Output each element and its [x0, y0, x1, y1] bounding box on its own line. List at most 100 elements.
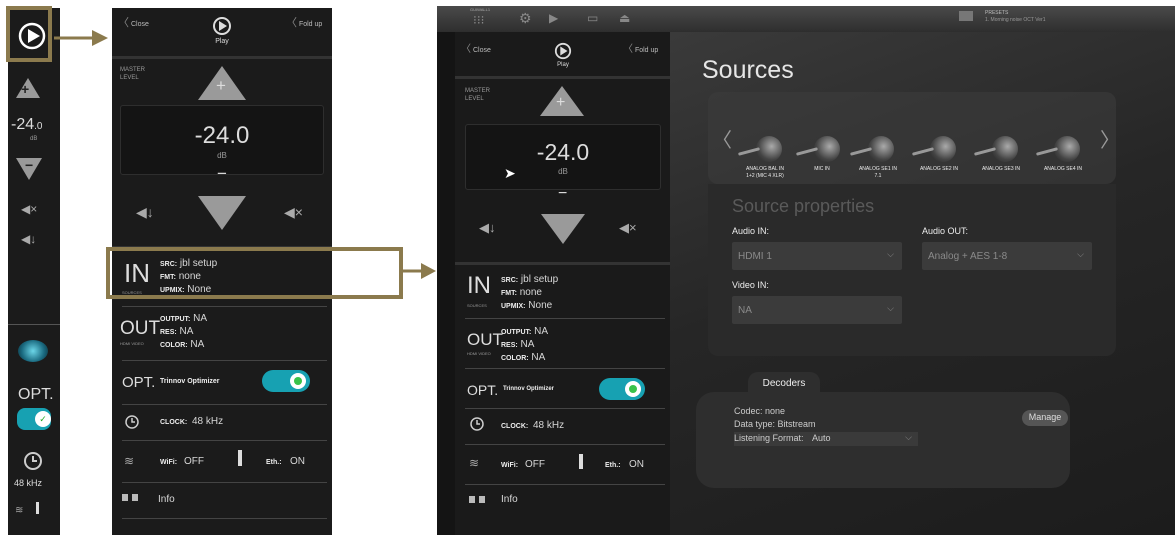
volume-up-button[interactable]: + [540, 86, 584, 116]
manage-button[interactable]: Manage [1022, 410, 1068, 426]
dim-button[interactable]: ◀↓ [136, 204, 154, 221]
level-unit: dB [217, 151, 227, 160]
screen-icon[interactable]: ▭ [587, 11, 598, 25]
volume-down-button[interactable]: − [198, 164, 246, 230]
decoders-tab-label: Decoders [762, 378, 806, 389]
in-sub-label: SOURCES [467, 303, 487, 308]
input-section[interactable]: IN SOURCES SRC: jbl setup FMT: none UPMI… [455, 266, 670, 316]
out-label: OUT [467, 330, 503, 349]
info-row[interactable]: Info [455, 488, 670, 518]
strip-opt-toggle[interactable]: ✓ [17, 408, 51, 430]
source-label: ANALOG SE1 IN [858, 166, 898, 172]
info-row[interactable]: Info [112, 486, 332, 516]
close-button[interactable]: 〈 Close [118, 14, 149, 30]
color-value: NA [531, 352, 546, 363]
chevron-left-icon: 〈 [461, 44, 471, 55]
preset-selector[interactable]: PRESETS 1. Morning noise OCT Ver1 [959, 9, 1159, 29]
optimizer-label: Trinnov Optimizer [160, 378, 220, 385]
datatype-line: Data type: Bitstream [734, 419, 816, 429]
source-item[interactable]: ANALOG SE2 IN [908, 132, 970, 192]
source-item[interactable]: ANALOG SE3 IN [970, 132, 1032, 192]
volume-down-button[interactable]: − [541, 185, 585, 244]
source-label: ANALOG BAL IN [746, 166, 784, 172]
mute-button[interactable]: ◀× [284, 204, 303, 221]
panel-header-divider [112, 56, 332, 59]
dim-button[interactable]: ◀↓ [21, 232, 36, 246]
volume-down-button[interactable]: − [16, 157, 42, 180]
carousel-prev-icon[interactable]: 〈 [712, 124, 732, 153]
close-label: Close [130, 21, 149, 28]
chevron-left-icon: 〈 [623, 44, 633, 55]
play-logo: Play [208, 16, 236, 45]
fold-up-label: Fold up [634, 47, 659, 54]
upmix-value: None [528, 300, 553, 311]
source-label: MIC IN [814, 166, 830, 172]
refresh-clock-icon [24, 452, 42, 470]
settings-icon[interactable]: ⚙ [519, 10, 532, 27]
source-item[interactable]: MIC IN [796, 132, 848, 192]
speaker-icon[interactable]: ⏏ [619, 11, 630, 25]
level-value: -24 [11, 116, 35, 133]
clock-row[interactable]: CLOCK: 48 kHz [455, 412, 670, 442]
level-unit: dB [558, 167, 568, 176]
divider [465, 484, 665, 485]
res-label: RES: [160, 329, 177, 336]
source-item[interactable]: ANALOG SE4 IN [1032, 132, 1094, 192]
network-row[interactable]: ≋ WiFi: OFF Eth.: ON [455, 448, 670, 482]
play-highlight-box [6, 6, 52, 62]
ethernet-icon [579, 454, 583, 469]
fmt-value: none [519, 287, 542, 298]
video-in-dropdown[interactable]: NA ⌵ [732, 296, 902, 324]
network-row[interactable]: ≋ WiFi: OFF Eth.: ON [112, 444, 332, 480]
source-item[interactable]: ANALOG BAL IN 1+2 (MIC 4 XLR) [734, 132, 796, 192]
audio-in-label: Audio IN: [732, 226, 770, 236]
color-label: COLOR: [160, 342, 188, 349]
play-icon[interactable]: ▶ [549, 11, 558, 25]
optimizer-toggle[interactable] [262, 370, 310, 392]
toggle-knob [290, 373, 306, 389]
strip-divider [8, 324, 60, 325]
clock-icon[interactable] [22, 450, 44, 472]
fold-up-button[interactable]: 〈 Fold up [623, 40, 658, 55]
close-label: Close [472, 47, 491, 54]
divider [122, 482, 327, 483]
master-label-line1: MASTER [120, 67, 146, 73]
volume-up-button[interactable]: + [16, 78, 40, 98]
audio-out-value: Analog + AES 1-8 [928, 251, 1008, 262]
logo-text: Play [215, 38, 229, 45]
output-section[interactable]: OUT HDMI VIDEO OUTPUT: NA RES: NA COLOR:… [455, 320, 670, 366]
listening-format-row[interactable]: Listening Format: Auto ⌵ [734, 432, 918, 446]
source-cable-icon[interactable] [18, 340, 48, 362]
mute-icon: ◀× [619, 220, 637, 235]
wifi-label: WiFi: [160, 459, 178, 466]
cable-icon [868, 136, 894, 162]
dim-button[interactable]: ◀↓ [479, 220, 496, 236]
decoders-tab[interactable]: Decoders [748, 372, 820, 394]
output-section[interactable]: OUT HDMI VIDEO OUTPUT: NA RES: NA COLOR:… [112, 308, 332, 358]
wifi-value: OFF [525, 459, 545, 470]
output-value: NA [193, 313, 208, 324]
grid-icon[interactable]: ⁝⁝⁝ [473, 13, 484, 27]
toggle-knob [625, 381, 641, 397]
mute-button[interactable]: ◀× [619, 220, 637, 236]
video-in-label: Video IN: [732, 280, 769, 290]
audio-in-dropdown[interactable]: HDMI 1 ⌵ [732, 242, 902, 270]
optimizer-toggle[interactable] [599, 378, 645, 400]
master-label-line1: MASTER [465, 88, 491, 94]
source-item[interactable]: ANALOG SE1 IN 7.1 [848, 132, 908, 192]
info-label: Info [158, 494, 175, 505]
clock-row[interactable]: CLOCK: 48 kHz [112, 408, 332, 438]
carousel-next-icon[interactable]: 〉 [1100, 124, 1120, 153]
optimizer-label: Trinnov Optimizer [503, 386, 555, 392]
wifi-value: OFF [184, 456, 204, 467]
mute-button[interactable]: ◀× [21, 202, 37, 216]
fold-up-button[interactable]: 〈 Fold up [286, 14, 322, 30]
clock-icon [125, 415, 139, 429]
audio-out-dropdown[interactable]: Analog + AES 1-8 ⌵ [922, 242, 1092, 270]
close-button[interactable]: 〈 Close [461, 40, 491, 55]
cable-icon [814, 136, 840, 162]
sources-page: Sources 〈 〉 ANALOG BAL IN 1+2 (MIC 4 XLR… [670, 32, 1175, 535]
chevron-down-icon: ⌵ [887, 303, 894, 313]
volume-up-button[interactable]: + [198, 66, 246, 100]
clock-value: 48 kHz [533, 420, 565, 431]
